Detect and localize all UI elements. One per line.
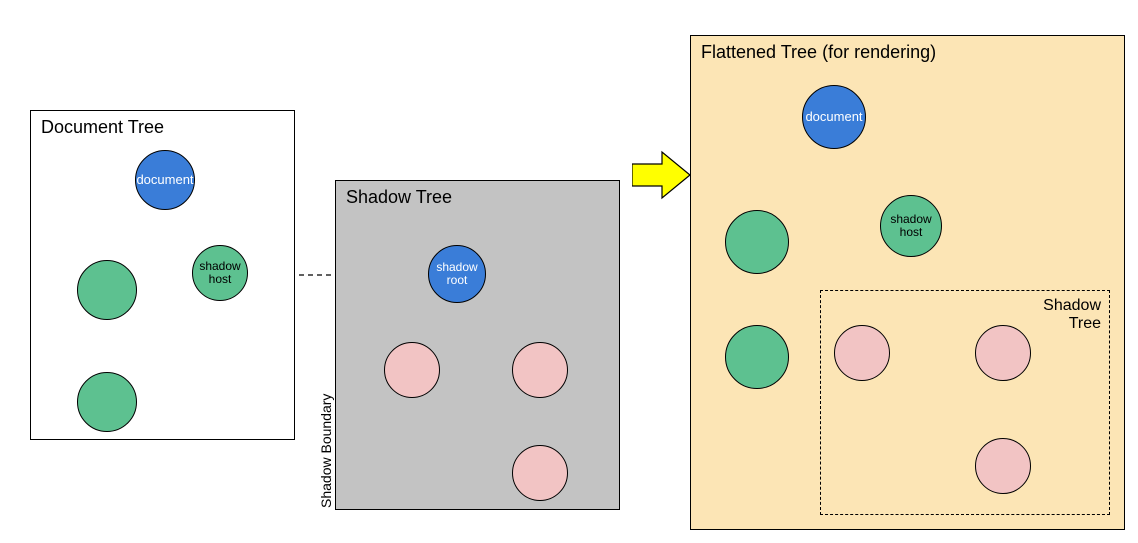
doc-node-document-label: document bbox=[136, 173, 193, 187]
doc-node-child1 bbox=[77, 260, 137, 320]
flattened-tree-title: Flattened Tree (for rendering) bbox=[701, 42, 936, 63]
flat-node-shadow-grandchild bbox=[975, 438, 1031, 494]
flattened-shadow-subtree: Shadow Tree bbox=[820, 290, 1110, 515]
flattened-shadow-subtree-label: Shadow Tree bbox=[1043, 297, 1101, 334]
flat-node-child1 bbox=[725, 210, 789, 274]
shadow-node-child2 bbox=[512, 342, 568, 398]
doc-node-shadow-host-label: shadow host bbox=[199, 260, 240, 286]
shadow-node-grandchild bbox=[512, 445, 568, 501]
flat-node-shadow-host-label: shadow host bbox=[890, 213, 931, 239]
doc-node-shadow-host: shadow host bbox=[192, 245, 248, 301]
flat-node-grandchild bbox=[725, 325, 789, 389]
arrow-transform-icon bbox=[632, 150, 692, 200]
flat-node-shadow-child2 bbox=[975, 325, 1031, 381]
shadow-tree-panel: Shadow Tree bbox=[335, 180, 620, 510]
flat-node-document: document bbox=[802, 85, 866, 149]
doc-node-document: document bbox=[135, 150, 195, 210]
shadow-node-child1 bbox=[384, 342, 440, 398]
shadow-boundary-label: Shadow Boundary bbox=[318, 394, 334, 508]
flat-node-shadow-child1 bbox=[834, 325, 890, 381]
document-tree-title: Document Tree bbox=[41, 117, 164, 138]
shadow-node-root: shadow root bbox=[428, 245, 486, 303]
flat-node-document-label: document bbox=[805, 110, 862, 124]
shadow-node-root-label: shadow root bbox=[436, 261, 477, 287]
flat-node-shadow-host: shadow host bbox=[880, 195, 942, 257]
shadow-tree-title: Shadow Tree bbox=[346, 187, 452, 208]
doc-node-grandchild bbox=[77, 372, 137, 432]
